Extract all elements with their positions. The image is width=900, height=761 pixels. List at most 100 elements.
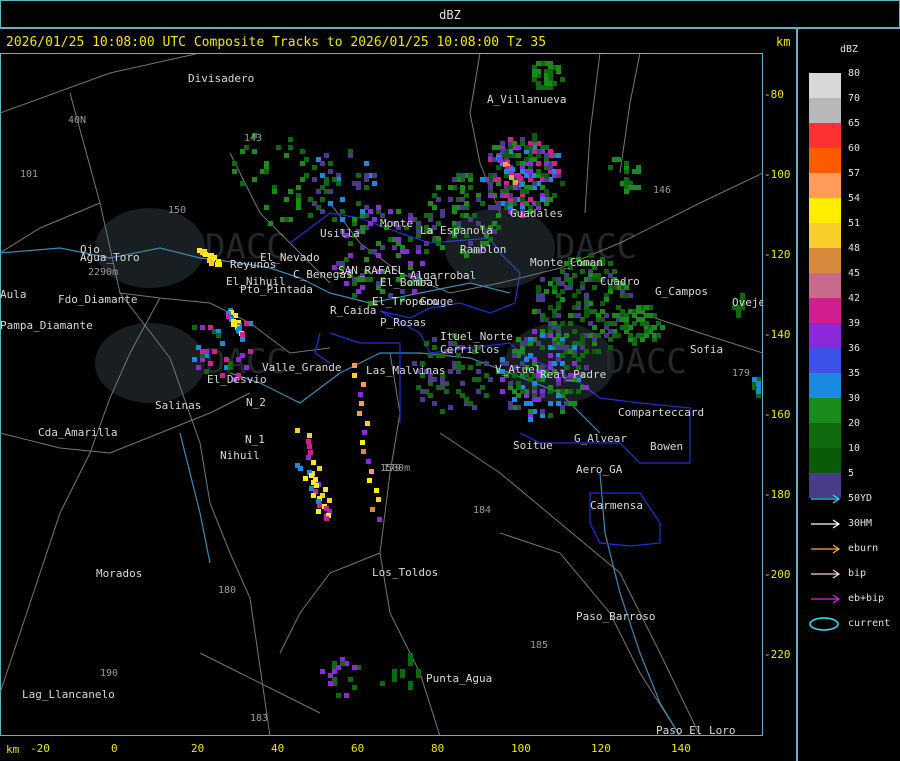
legend-swatch [809, 198, 841, 223]
legend-swatch [809, 398, 841, 423]
echo-pixel [432, 337, 437, 342]
echo-pixel [296, 201, 301, 206]
track-arrow-icon [811, 519, 841, 529]
place-label: Las_Malvinas [366, 364, 445, 377]
echo-pixel [396, 209, 401, 214]
echo-pixel [400, 289, 405, 294]
echo-pixel [380, 681, 385, 686]
echo-pixel [528, 409, 533, 414]
echo-pixel [284, 197, 289, 202]
echo-pixel [408, 261, 413, 266]
legend-level-label: 48 [848, 243, 861, 254]
echo-pixel [540, 277, 545, 282]
echo-pixel [556, 313, 561, 318]
echo-pixel [356, 181, 361, 186]
echo-pixel [296, 193, 301, 198]
echo-pixel [452, 209, 457, 214]
echo-pixel [519, 182, 524, 187]
radar-plot-area[interactable]: DACC DACC DACC DACC DivisaderoA_Villanue… [0, 53, 763, 736]
echo-pixel [332, 217, 337, 222]
echo-pixel [244, 365, 249, 370]
legend-swatch [809, 298, 841, 323]
y-tick-label: -120 [764, 248, 791, 261]
echo-pixel [532, 149, 537, 154]
echo-pixel [556, 401, 561, 406]
y-tick-label: -200 [764, 568, 791, 581]
echo-pixel [372, 173, 377, 178]
echo-pixel [328, 161, 333, 166]
legend-swatch [809, 348, 841, 373]
legend-level-label: 36 [848, 343, 861, 354]
echo-pixel [568, 313, 573, 318]
echo-pixel [306, 439, 311, 444]
echo-pixel [240, 181, 245, 186]
legend-swatch [809, 123, 841, 148]
echo-pixel [624, 161, 629, 166]
echo-pixel [352, 217, 357, 222]
echo-pixel [416, 385, 421, 390]
echo-pixel [300, 149, 305, 154]
echo-pixel [264, 169, 269, 174]
echo-pixel [308, 213, 313, 218]
place-label: Nihuil [220, 449, 260, 462]
echo-pixel [568, 401, 573, 406]
echo-pixel [208, 361, 213, 366]
echo-pixel [368, 221, 373, 226]
echo-pixel [504, 153, 509, 158]
echo-pixel [524, 145, 529, 150]
echo-pixel [264, 205, 269, 210]
legend-level-label: 20 [848, 418, 861, 429]
echo-pixel [584, 309, 589, 314]
echo-pixel [252, 177, 257, 182]
echo-pixel [232, 161, 237, 166]
echo-pixel [512, 353, 517, 358]
echo-pixel [536, 289, 541, 294]
echo-pixel [556, 169, 561, 174]
track-legend-label: eburn [848, 543, 879, 554]
legend-level-label: 70 [848, 93, 861, 104]
echo-pixel [628, 325, 633, 330]
echo-pixel [496, 213, 501, 218]
echo-pixel [612, 321, 617, 326]
echo-pixel [496, 225, 501, 230]
echo-pixel [288, 137, 293, 142]
place-label: G_Alvear [574, 432, 627, 445]
place-label: 183 [250, 713, 268, 724]
echo-pixel [416, 245, 421, 250]
echo-pixel [340, 217, 345, 222]
legend-level-label: 57 [848, 168, 861, 179]
echo-pixel [308, 450, 313, 455]
echo-pixel [324, 177, 329, 182]
echo-pixel [424, 341, 429, 346]
legend-swatch [809, 73, 841, 98]
echo-pixel [500, 357, 505, 362]
echo-pixel [344, 281, 349, 286]
echo-pixel [496, 181, 501, 186]
echo-pixel [568, 389, 573, 394]
echo-pixel [548, 73, 553, 78]
svg-text:DACC: DACC [605, 342, 687, 382]
place-label: 1500m [380, 463, 410, 474]
echo-pixel [316, 205, 321, 210]
echo-pixel [212, 349, 217, 354]
place-label: Paso_El_Loro [656, 724, 735, 736]
track-legend-label: 50YD [848, 493, 873, 504]
place-label: 190 [100, 668, 118, 679]
echo-pixel [252, 149, 257, 154]
echo-pixel [580, 353, 585, 358]
place-label: Divisadero [188, 72, 254, 85]
echo-pixel [536, 341, 541, 346]
place-label: Soitue [513, 439, 553, 452]
echo-pixel [576, 289, 581, 294]
legend-swatch [809, 448, 841, 473]
place-label: Guadales [510, 207, 563, 220]
x-tick-label: 120 [591, 742, 611, 755]
echo-pixel [320, 197, 325, 202]
echo-pixel [332, 177, 337, 182]
echo-pixel [500, 377, 505, 382]
legend-level-label: 10 [848, 443, 861, 454]
echo-pixel [536, 161, 541, 166]
echo-pixel [560, 297, 565, 302]
echo-pixel [580, 269, 585, 274]
legend-level-label: 54 [848, 193, 861, 204]
